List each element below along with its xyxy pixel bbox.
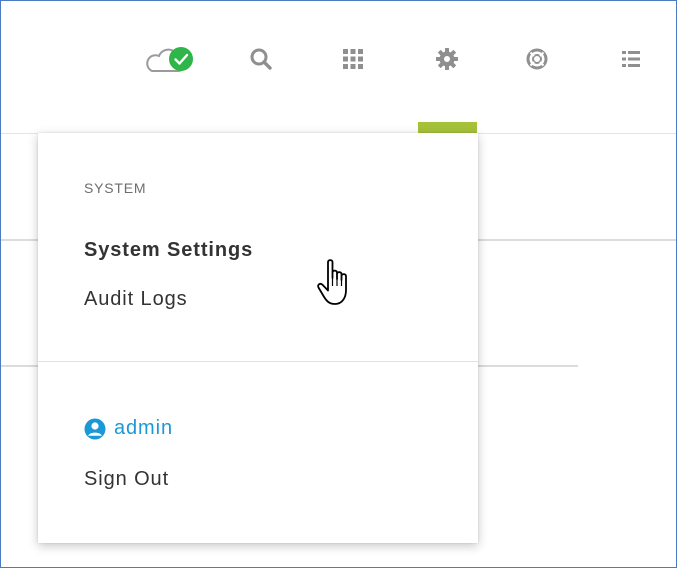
gear-icon [436,48,458,70]
apps-button[interactable] [335,41,371,77]
cloud-sync-check-icon [146,47,193,72]
user-avatar-icon [84,418,106,439]
cloud-status-button[interactable] [144,41,200,77]
help-button[interactable] [519,41,555,77]
user-profile-link[interactable]: admin [84,417,173,440]
list-button[interactable] [613,41,649,77]
settings-active-indicator [418,122,477,133]
menu-item-system-settings[interactable]: System Settings [84,239,253,262]
user-name: admin [114,417,173,439]
apps-grid-icon [343,49,363,69]
menu-item-audit-logs[interactable]: Audit Logs [84,288,188,311]
system-section-label: SYSTEM [84,180,147,196]
app-window: SYSTEM System Settings Audit Logs admin … [0,0,677,568]
search-icon [250,48,272,70]
search-button[interactable] [243,41,279,77]
settings-button[interactable] [429,41,465,77]
help-lifebuoy-icon [526,48,548,70]
list-icon [622,51,640,67]
sign-out-link[interactable]: Sign Out [84,468,169,491]
top-toolbar [1,1,676,134]
settings-dropdown-menu: SYSTEM System Settings Audit Logs admin … [38,133,478,543]
menu-divider [38,361,478,362]
